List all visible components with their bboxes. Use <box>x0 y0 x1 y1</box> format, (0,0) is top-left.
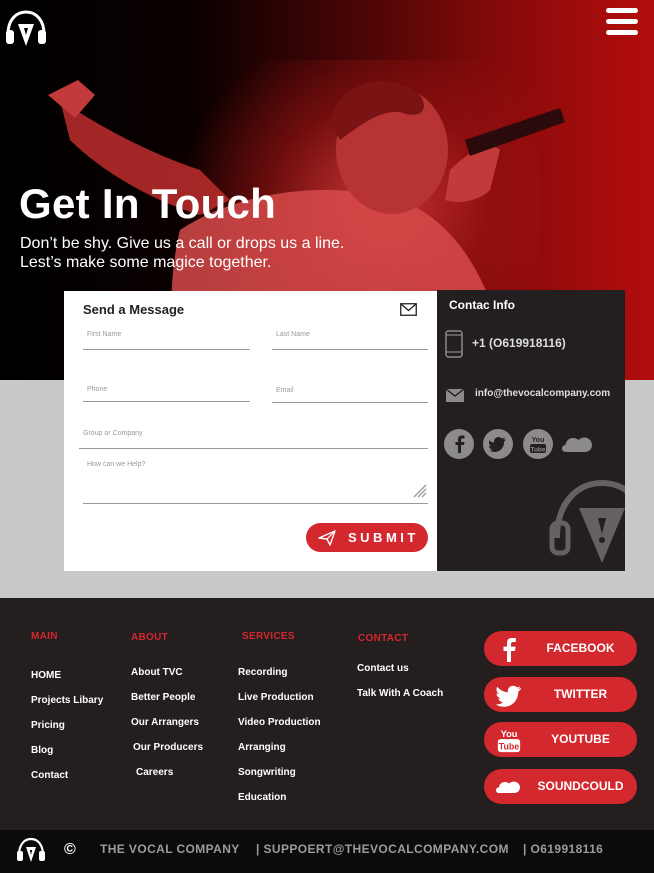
footer-link-home[interactable]: HOME <box>31 670 61 681</box>
phone-icon <box>445 330 463 358</box>
soundcloud-button[interactable]: SOUNDCOULD <box>484 769 637 804</box>
facebook-button-label: FACEBOOK <box>546 641 615 655</box>
help-textarea[interactable]: How can we Help? <box>83 461 428 504</box>
hero-subtitle-line1: Don’t be shy. Give us a call or drops us… <box>20 235 345 252</box>
youtube-button-label: YOUTUBE <box>551 732 610 746</box>
twitter-button-label: TWITTER <box>553 687 608 701</box>
phone-placeholder: Phone <box>87 386 108 393</box>
help-placeholder: How can we Help? <box>87 461 146 468</box>
footer-link-our-producers[interactable]: Our Producers <box>133 742 203 753</box>
footer-contact-heading: CONTACT <box>358 633 409 644</box>
submit-button[interactable]: SUBMIT <box>306 523 428 552</box>
hero-subtitle: Don’t be shy. Give us a call or drops us… <box>20 234 380 272</box>
hero-subtitle-line2: Lest’s make some magice together. <box>20 254 272 271</box>
email-placeholder: Email <box>276 387 294 394</box>
bottom-bar: © THE VOCAL COMPANY | SUPPOERT@THEVOCALC… <box>0 830 654 873</box>
footer-link-songwriting[interactable]: Songwriting <box>238 767 296 778</box>
footer-link-contact[interactable]: Contact <box>31 770 68 781</box>
last-name-field[interactable]: Last Name <box>272 331 428 350</box>
phone-field[interactable]: Phone <box>83 386 250 402</box>
footer-link-better-people[interactable]: Better People <box>131 692 195 703</box>
contact-phone[interactable]: +1 (O619918116) <box>472 336 566 350</box>
footer-main-heading: MAIN <box>31 631 58 642</box>
vocal-company-logo[interactable] <box>16 836 46 864</box>
contact-email[interactable]: info@thevocalcompany.com <box>475 388 610 399</box>
footer-link-blog[interactable]: Blog <box>31 745 53 756</box>
svg-text:You: You <box>532 437 545 444</box>
group-company-placeholder: Group or Company <box>83 430 143 437</box>
soundcloud-icon[interactable] <box>562 429 592 459</box>
last-name-placeholder: Last Name <box>276 331 310 338</box>
form-title: Send a Message <box>83 302 185 317</box>
twitter-button[interactable]: TWITTER <box>484 677 637 712</box>
resize-handle-icon[interactable] <box>412 483 428 499</box>
bottom-phone[interactable]: | O619918116 <box>523 842 603 856</box>
email-field[interactable]: Email <box>272 387 428 403</box>
youtube-button[interactable]: You Tube YOUTUBE <box>484 722 637 757</box>
footer-link-arranging[interactable]: Arranging <box>238 742 286 753</box>
contact-info-title: Contac Info <box>449 298 515 312</box>
group-company-field[interactable]: Group or Company <box>79 430 428 449</box>
message-form: Send a Message First Name Last Name Phon… <box>64 291 437 571</box>
footer-services-heading: SERVICES <box>242 631 295 642</box>
footer-link-live-production[interactable]: Live Production <box>238 692 314 703</box>
bottom-company-name: THE VOCAL COMPANY <box>100 842 240 856</box>
contact-info-panel: Contac Info +1 (O619918116) info@thevoca… <box>437 290 625 571</box>
watermark-logo-icon <box>549 479 625 563</box>
soundcloud-icon <box>496 781 520 793</box>
footer-link-about-tvc[interactable]: About TVC <box>131 667 183 678</box>
svg-text:Tube: Tube <box>530 447 545 454</box>
twitter-icon <box>496 685 521 707</box>
footer-link-pricing[interactable]: Pricing <box>31 720 65 731</box>
envelope-icon <box>446 389 464 402</box>
page-title: Get In Touch <box>19 180 277 227</box>
youtube-icon[interactable]: You Tube <box>523 429 553 459</box>
footer-link-careers[interactable]: Careers <box>136 767 173 778</box>
footer-link-projects-libary[interactable]: Projects Libary <box>31 695 103 706</box>
copyright-icon: © <box>64 841 76 858</box>
svg-text:Tube: Tube <box>499 741 519 751</box>
first-name-field[interactable]: First Name <box>83 331 250 350</box>
site-footer: MAIN HOME Projects Libary Pricing Blog C… <box>0 598 654 830</box>
submit-label: SUBMIT <box>348 530 419 545</box>
footer-link-our-arrangers[interactable]: Our Arrangers <box>131 717 199 728</box>
hamburger-menu-icon[interactable] <box>606 8 638 38</box>
soundcloud-button-label: SOUNDCOULD <box>537 779 624 793</box>
footer-link-education[interactable]: Education <box>238 792 286 803</box>
footer-link-talk-with-coach[interactable]: Talk With A Coach <box>357 688 443 699</box>
footer-link-contact-us[interactable]: Contact us <box>357 663 409 674</box>
bottom-support-email[interactable]: | SUPPOERT@THEVOCALCOMPANY.COM <box>256 842 509 856</box>
facebook-icon <box>503 638 516 662</box>
vocal-company-logo[interactable] <box>4 8 48 48</box>
first-name-placeholder: First Name <box>87 331 122 338</box>
facebook-button[interactable]: FACEBOOK <box>484 631 637 666</box>
twitter-icon[interactable] <box>483 429 513 459</box>
facebook-icon[interactable] <box>444 429 474 459</box>
footer-about-heading: ABOUT <box>131 632 169 643</box>
footer-link-video-production[interactable]: Video Production <box>238 717 321 728</box>
send-icon <box>318 529 336 546</box>
youtube-icon: You Tube <box>497 729 521 753</box>
mail-icon <box>400 303 417 316</box>
svg-text:You: You <box>501 729 518 739</box>
footer-link-recording[interactable]: Recording <box>238 667 287 678</box>
